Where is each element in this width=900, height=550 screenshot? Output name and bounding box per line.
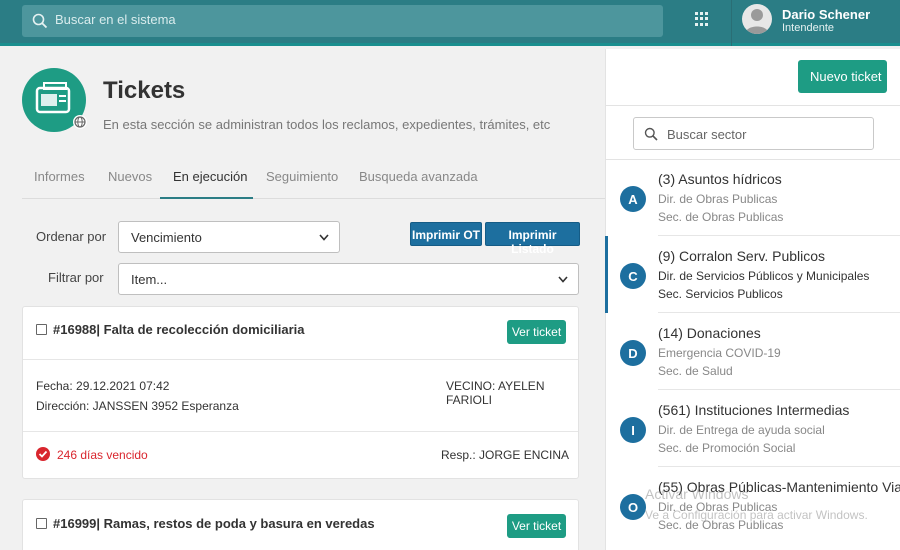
sector-direction: Emergencia COVID-19 bbox=[658, 346, 781, 360]
ticket-checkbox[interactable] bbox=[36, 324, 47, 335]
user-role: Intendente bbox=[782, 22, 834, 34]
sector-secretariat: Sec. de Salud bbox=[658, 364, 733, 378]
sector-item[interactable]: A (3) Asuntos hídricos Dir. de Obras Pub… bbox=[606, 159, 900, 236]
chevron-down-icon bbox=[319, 234, 329, 241]
ticket-checkbox[interactable] bbox=[36, 518, 47, 529]
new-ticket-button[interactable]: Nuevo ticket bbox=[798, 60, 887, 93]
sector-secretariat: Sec. de Promoción Social bbox=[658, 441, 796, 455]
active-tab-indicator bbox=[160, 197, 253, 199]
print-list-button[interactable]: Imprimir Listado bbox=[485, 222, 580, 256]
sector-sidebar: Nuevo ticket Buscar sector A (3) Asuntos… bbox=[605, 49, 900, 550]
tab-informes[interactable]: Informes bbox=[34, 169, 85, 184]
page-title: Tickets bbox=[103, 77, 186, 104]
top-bar: Buscar en el sistema Dario Schener Inten… bbox=[0, 0, 900, 46]
filter-label: Filtrar por bbox=[48, 270, 104, 285]
sector-letter-badge: A bbox=[620, 186, 646, 212]
header-divider bbox=[731, 0, 732, 46]
ticket-address: Dirección: JANSSEN 3952 Esperanza bbox=[36, 399, 239, 413]
sector-name: (3) Asuntos hídricos bbox=[658, 171, 782, 187]
sector-search-input[interactable]: Buscar sector bbox=[633, 117, 874, 150]
filter-select[interactable]: Item... bbox=[118, 263, 579, 295]
sector-item[interactable]: O (55) Obras Públicas-Mantenimiento Vial… bbox=[606, 467, 900, 544]
sector-letter-badge: I bbox=[620, 417, 646, 443]
overdue-status: 246 días vencido bbox=[57, 448, 148, 462]
order-label: Ordenar por bbox=[36, 229, 107, 244]
sector-name: (14) Donaciones bbox=[658, 325, 761, 341]
ticket-title[interactable]: #16999| Ramas, restos de poda y basura e… bbox=[53, 516, 375, 531]
main-panel: Tickets En esta sección se administran t… bbox=[0, 49, 605, 550]
user-name[interactable]: Dario Schener bbox=[782, 7, 870, 22]
user-icon bbox=[745, 9, 769, 34]
view-ticket-button[interactable]: Ver ticket bbox=[507, 320, 566, 344]
sector-name: (9) Corralon Serv. Publicos bbox=[658, 248, 826, 264]
sector-direction: Dir. de Servicios Públicos y Municipales bbox=[658, 269, 870, 283]
print-ot-button[interactable]: Imprimir OT bbox=[410, 222, 482, 246]
sector-letter-badge: C bbox=[620, 263, 646, 289]
globe-icon bbox=[73, 115, 87, 129]
tab-busqueda-avanzada[interactable]: Busqueda avanzada bbox=[359, 169, 478, 184]
tab-seguimiento[interactable]: Seguimiento bbox=[266, 169, 338, 184]
ticket-neighbor: VECINO: AYELEN FARIOLI bbox=[446, 379, 545, 407]
ticket-card: #16999| Ramas, restos de poda y basura e… bbox=[22, 499, 579, 550]
global-search-input[interactable]: Buscar en el sistema bbox=[22, 5, 663, 37]
search-icon bbox=[32, 13, 48, 29]
sector-name: (561) Instituciones Intermedias bbox=[658, 402, 850, 418]
ticket-responsible: Resp.: JORGE ENCINA bbox=[441, 448, 570, 462]
windows-activation-hint: Ve a Configuración para activar Windows. bbox=[645, 508, 868, 522]
sector-item[interactable]: D (14) Donaciones Emergencia COVID-19 Se… bbox=[606, 313, 900, 390]
sector-item[interactable]: I (561) Instituciones Intermedias Dir. d… bbox=[606, 390, 900, 467]
sector-secretariat: Sec. de Obras Publicas bbox=[658, 210, 784, 224]
sector-letter-badge: O bbox=[620, 494, 646, 520]
chevron-down-icon bbox=[558, 276, 568, 283]
avatar[interactable] bbox=[742, 4, 772, 34]
search-placeholder: Buscar en el sistema bbox=[55, 12, 176, 27]
order-select[interactable]: Vencimiento bbox=[118, 221, 340, 253]
sector-item[interactable]: C (9) Corralon Serv. Publicos Dir. de Se… bbox=[605, 236, 900, 313]
search-icon bbox=[644, 127, 658, 141]
active-sector-indicator bbox=[605, 236, 608, 313]
sector-secretariat: Sec. Servicios Publicos bbox=[658, 287, 783, 301]
ticket-date: Fecha: 29.12.2021 07:42 bbox=[36, 379, 170, 393]
sector-letter-badge: D bbox=[620, 340, 646, 366]
tab-en-ejecucion[interactable]: En ejecución bbox=[173, 169, 247, 184]
filter-select-value: Item... bbox=[131, 272, 168, 287]
page-subtitle: En esta sección se administran todos los… bbox=[103, 117, 551, 132]
sector-search-placeholder: Buscar sector bbox=[667, 127, 747, 142]
tab-nuevos[interactable]: Nuevos bbox=[108, 169, 152, 184]
apps-grid-icon[interactable] bbox=[695, 12, 709, 26]
sector-direction: Dir. de Entrega de ayuda social bbox=[658, 423, 825, 437]
view-ticket-button[interactable]: Ver ticket bbox=[507, 514, 566, 538]
ticket-card: #16988| Falta de recolección domiciliari… bbox=[22, 306, 579, 479]
check-circle-icon bbox=[36, 447, 50, 461]
sector-direction: Dir. de Obras Publicas bbox=[658, 192, 778, 206]
ticket-title[interactable]: #16988| Falta de recolección domiciliari… bbox=[53, 322, 304, 337]
order-select-value: Vencimiento bbox=[131, 230, 202, 245]
tabs: Informes Nuevos En ejecución Seguimiento… bbox=[22, 155, 605, 199]
windows-activation-watermark: Activar Windows bbox=[645, 486, 749, 502]
